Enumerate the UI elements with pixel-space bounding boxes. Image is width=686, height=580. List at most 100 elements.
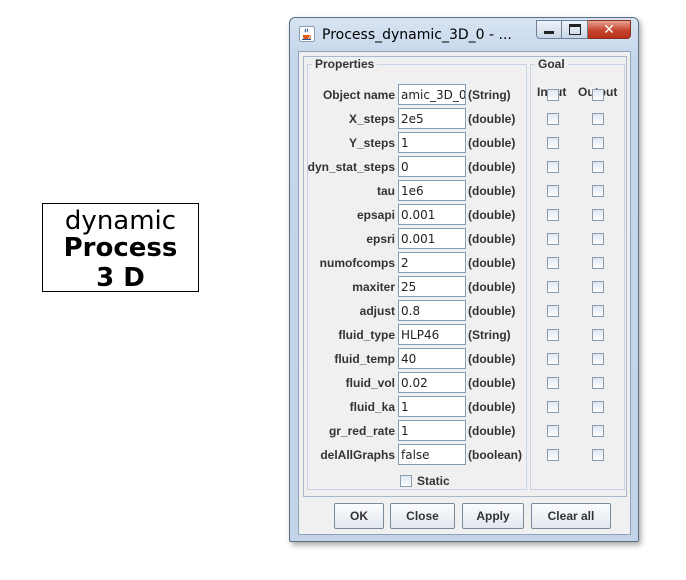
maximize-button[interactable] <box>562 20 588 39</box>
goal-input-checkbox[interactable] <box>547 329 559 341</box>
goal-input-checkbox[interactable] <box>547 353 559 365</box>
property-type: (double) <box>468 184 516 198</box>
property-value-field[interactable]: 0 <box>398 156 466 177</box>
goal-input-checkbox[interactable] <box>547 305 559 317</box>
property-label: numofcomps <box>319 256 395 270</box>
property-label: Object name <box>322 88 395 102</box>
goal-input-checkbox[interactable] <box>547 425 559 437</box>
property-type: (String) <box>468 328 511 342</box>
property-type: (double) <box>468 208 516 222</box>
goal-input-checkbox[interactable] <box>547 209 559 221</box>
goal-input-checkbox[interactable] <box>547 185 559 197</box>
goal-output-checkbox[interactable] <box>592 185 604 197</box>
property-type: (double) <box>468 280 516 294</box>
property-value-field[interactable]: false <box>398 444 466 465</box>
button-bar: OK Close Apply Clear all <box>303 503 627 541</box>
goal-output-checkbox[interactable] <box>592 137 604 149</box>
goal-input-checkbox[interactable] <box>547 377 559 389</box>
properties-legend: Properties <box>315 57 375 71</box>
property-value-field[interactable]: 0.001 <box>398 228 466 249</box>
property-type: (double) <box>468 232 516 246</box>
close-button[interactable]: Close <box>390 503 455 529</box>
goal-output-checkbox[interactable] <box>592 233 604 245</box>
ok-button[interactable]: OK <box>334 503 384 529</box>
property-type: (String) <box>468 88 511 102</box>
property-type: (double) <box>468 424 516 438</box>
property-value-field[interactable]: 1 <box>398 420 466 441</box>
goal-input-checkbox[interactable] <box>547 113 559 125</box>
property-type: (double) <box>468 400 516 414</box>
clear-all-button[interactable]: Clear all <box>531 503 611 529</box>
minimize-icon <box>544 31 554 34</box>
property-value-field[interactable]: 1e6 <box>398 180 466 201</box>
property-label: dyn_stat_steps <box>307 160 395 174</box>
static-checkbox[interactable] <box>400 475 412 487</box>
window-title: Process_dynamic_3D_0 - ... <box>322 27 512 43</box>
property-value-field[interactable]: 40 <box>398 348 466 369</box>
goal-output-checkbox[interactable] <box>592 257 604 269</box>
property-label: fluid_vol <box>345 376 395 390</box>
goal-output-checkbox[interactable] <box>592 281 604 293</box>
property-label: fluid_ka <box>349 400 395 414</box>
property-label: Y_steps <box>348 136 395 150</box>
property-label: maxiter <box>352 280 395 294</box>
close-icon: ✕ <box>603 21 615 38</box>
goal-output-checkbox[interactable] <box>592 401 604 413</box>
goal-input-checkbox[interactable] <box>547 161 559 173</box>
maximize-icon <box>568 24 581 35</box>
property-value-field[interactable]: 1 <box>398 132 466 153</box>
property-label: epsri <box>366 232 395 246</box>
properties-group: Properties Object name amic_3D_0 (String) X… <box>307 57 527 490</box>
property-label: epsapi <box>356 208 395 222</box>
property-label: fluid_type <box>338 328 395 342</box>
apply-button[interactable]: Apply <box>462 503 524 529</box>
goal-input-checkbox[interactable] <box>547 257 559 269</box>
goal-output-checkbox[interactable] <box>592 89 604 101</box>
block-line-2: Process <box>63 233 178 263</box>
property-value-field[interactable]: 1 <box>398 396 466 417</box>
close-window-button[interactable]: ✕ <box>588 20 631 39</box>
property-label: delAllGraphs <box>320 448 395 462</box>
property-label: adjust <box>359 304 395 318</box>
block-line-3: 3 D <box>96 263 145 293</box>
property-type: (double) <box>468 304 516 318</box>
property-label: fluid_temp <box>334 352 395 366</box>
property-value-field[interactable]: 0.02 <box>398 372 466 393</box>
minimize-button[interactable] <box>536 20 562 39</box>
process-dialog: Process_dynamic_3D_0 - ... ✕ Properties … <box>289 17 639 542</box>
goal-input-checkbox[interactable] <box>547 137 559 149</box>
property-type: (boolean) <box>468 448 522 462</box>
static-label: Static <box>417 474 450 488</box>
goal-output-checkbox[interactable] <box>592 113 604 125</box>
goal-input-checkbox[interactable] <box>547 233 559 245</box>
goal-output-checkbox[interactable] <box>592 329 604 341</box>
goal-group: Goal Input Output <box>530 57 625 490</box>
goal-input-checkbox[interactable] <box>547 281 559 293</box>
property-type: (double) <box>468 136 516 150</box>
property-value-field[interactable]: 2 <box>398 252 466 273</box>
property-type: (double) <box>468 352 516 366</box>
goal-legend: Goal <box>538 57 565 71</box>
property-value-field[interactable]: amic_3D_0 <box>398 84 466 105</box>
property-label: tau <box>377 184 395 198</box>
property-value-field[interactable]: 25 <box>398 276 466 297</box>
property-value-field[interactable]: 2e5 <box>398 108 466 129</box>
property-value-field[interactable]: HLP46 <box>398 324 466 345</box>
block-line-1: dynamic <box>64 206 177 236</box>
goal-output-checkbox[interactable] <box>592 353 604 365</box>
title-bar[interactable]: Process_dynamic_3D_0 - ... ✕ <box>290 18 638 51</box>
goal-output-checkbox[interactable] <box>592 449 604 461</box>
process-block[interactable]: dynamic Process 3 D <box>42 203 199 293</box>
goal-input-checkbox[interactable] <box>547 89 559 101</box>
goal-output-checkbox[interactable] <box>592 161 604 173</box>
property-value-field[interactable]: 0.8 <box>398 300 466 321</box>
property-type: (double) <box>468 376 516 390</box>
property-label: X_steps <box>348 112 395 126</box>
goal-output-checkbox[interactable] <box>592 209 604 221</box>
goal-output-checkbox[interactable] <box>592 305 604 317</box>
goal-input-checkbox[interactable] <box>547 401 559 413</box>
goal-output-checkbox[interactable] <box>592 425 604 437</box>
goal-output-checkbox[interactable] <box>592 377 604 389</box>
goal-input-checkbox[interactable] <box>547 449 559 461</box>
property-value-field[interactable]: 0.001 <box>398 204 466 225</box>
